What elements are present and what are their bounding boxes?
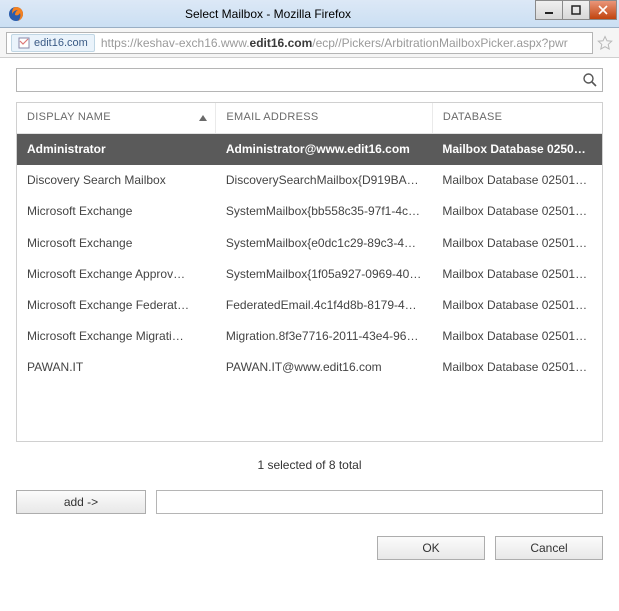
address-bar: edit16.com https://keshav-exch16.www.edi… (0, 28, 619, 58)
cell-database: Mailbox Database 0250185893 (432, 196, 602, 227)
cell-database: Mailbox Database 0250185893 (432, 290, 602, 321)
cell-email: SystemMailbox{bb558c35-97f1-4cb9-8… (216, 196, 432, 227)
sort-asc-icon (199, 115, 207, 121)
table-header-row: DISPLAY NAME EMAIL ADDRESS DATABASE (17, 103, 602, 134)
cell-email: FederatedEmail.4c1f4d8b-8179-4148-9… (216, 290, 432, 321)
url-post: /ecp//Pickers/ArbitrationMailboxPicker.a… (312, 36, 567, 50)
col-database-label: DATABASE (443, 111, 502, 123)
col-display-name-label: DISPLAY NAME (27, 111, 111, 123)
cell-database: Mailbox Database 0250… (432, 134, 602, 166)
cell-database: Mailbox Database 0250185893 (432, 321, 602, 352)
cell-email: PAWAN.IT@www.edit16.com (216, 352, 432, 383)
minimize-button[interactable] (535, 0, 563, 20)
cell-display-name: Administrator (17, 134, 216, 166)
search-input[interactable] (21, 70, 582, 90)
url-field[interactable]: edit16.com https://keshav-exch16.www.edi… (6, 32, 593, 54)
selection-status: 1 selected of 8 total (16, 458, 603, 472)
table-row[interactable]: Discovery Search MailboxDiscoverySearchM… (17, 165, 602, 196)
cell-email: Migration.8f3e7716-2011-43e4-96b1-a… (216, 321, 432, 352)
mailbox-table: DISPLAY NAME EMAIL ADDRESS DATABASE Admi… (16, 102, 603, 442)
url-host: edit16.com (250, 36, 313, 50)
table-row[interactable]: AdministratorAdministrator@www.edit16.co… (17, 134, 602, 166)
url-pre: https://keshav-exch16.www. (101, 36, 250, 50)
dialog-footer: OK Cancel (16, 536, 603, 560)
cancel-button[interactable]: Cancel (495, 536, 603, 560)
site-identity-label: edit16.com (34, 37, 88, 49)
add-button[interactable]: add -> (16, 490, 146, 514)
site-identity-chip[interactable]: edit16.com (11, 34, 95, 52)
table-row[interactable]: Microsoft ExchangeSystemMailbox{e0dc1c29… (17, 228, 602, 259)
maximize-button[interactable] (562, 0, 590, 20)
table-row[interactable]: Microsoft Exchange Migrati…Migration.8f3… (17, 321, 602, 352)
cell-display-name: Discovery Search Mailbox (17, 165, 216, 196)
cell-email: DiscoverySearchMailbox{D919BA05-46… (216, 165, 432, 196)
col-display-name[interactable]: DISPLAY NAME (17, 103, 216, 134)
cell-display-name: Microsoft Exchange Migrati… (17, 321, 216, 352)
cell-database: Mailbox Database 0250185893 (432, 352, 602, 383)
cell-display-name: Microsoft Exchange Federat… (17, 290, 216, 321)
table-row[interactable]: Microsoft ExchangeSystemMailbox{bb558c35… (17, 196, 602, 227)
col-email-label: EMAIL ADDRESS (226, 111, 318, 123)
table-row[interactable]: PAWAN.ITPAWAN.IT@www.edit16.comMailbox D… (17, 352, 602, 383)
table-row[interactable]: Microsoft Exchange Approv…SystemMailbox{… (17, 259, 602, 290)
selected-items-field[interactable] (156, 490, 603, 514)
cell-database: Mailbox Database 0250185893 (432, 228, 602, 259)
add-row: add -> (16, 490, 603, 514)
cell-display-name: Microsoft Exchange (17, 228, 216, 259)
window-title: Select Mailbox - Mozilla Firefox (0, 7, 536, 21)
search-icon[interactable] (582, 72, 598, 88)
window-titlebar: Select Mailbox - Mozilla Firefox (0, 0, 619, 28)
window-controls (536, 0, 617, 20)
table-row[interactable]: Microsoft Exchange Federat…FederatedEmai… (17, 290, 602, 321)
cell-email: Administrator@www.edit16.com (216, 134, 432, 166)
cell-database: Mailbox Database 0250185893 (432, 259, 602, 290)
cell-database: Mailbox Database 0250185893 (432, 165, 602, 196)
col-database[interactable]: DATABASE (432, 103, 602, 134)
ok-button[interactable]: OK (377, 536, 485, 560)
cell-display-name: Microsoft Exchange Approv… (17, 259, 216, 290)
page-icon (18, 37, 30, 49)
close-button[interactable] (589, 0, 617, 20)
cell-email: SystemMailbox{1f05a927-0969-4013-9… (216, 259, 432, 290)
search-box[interactable] (16, 68, 603, 92)
cell-display-name: PAWAN.IT (17, 352, 216, 383)
col-email[interactable]: EMAIL ADDRESS (216, 103, 432, 134)
url-text: https://keshav-exch16.www.edit16.com/ecp… (101, 36, 568, 50)
bookmark-star-icon[interactable] (597, 35, 613, 51)
cell-email: SystemMailbox{e0dc1c29-89c3-4034-b… (216, 228, 432, 259)
cell-display-name: Microsoft Exchange (17, 196, 216, 227)
